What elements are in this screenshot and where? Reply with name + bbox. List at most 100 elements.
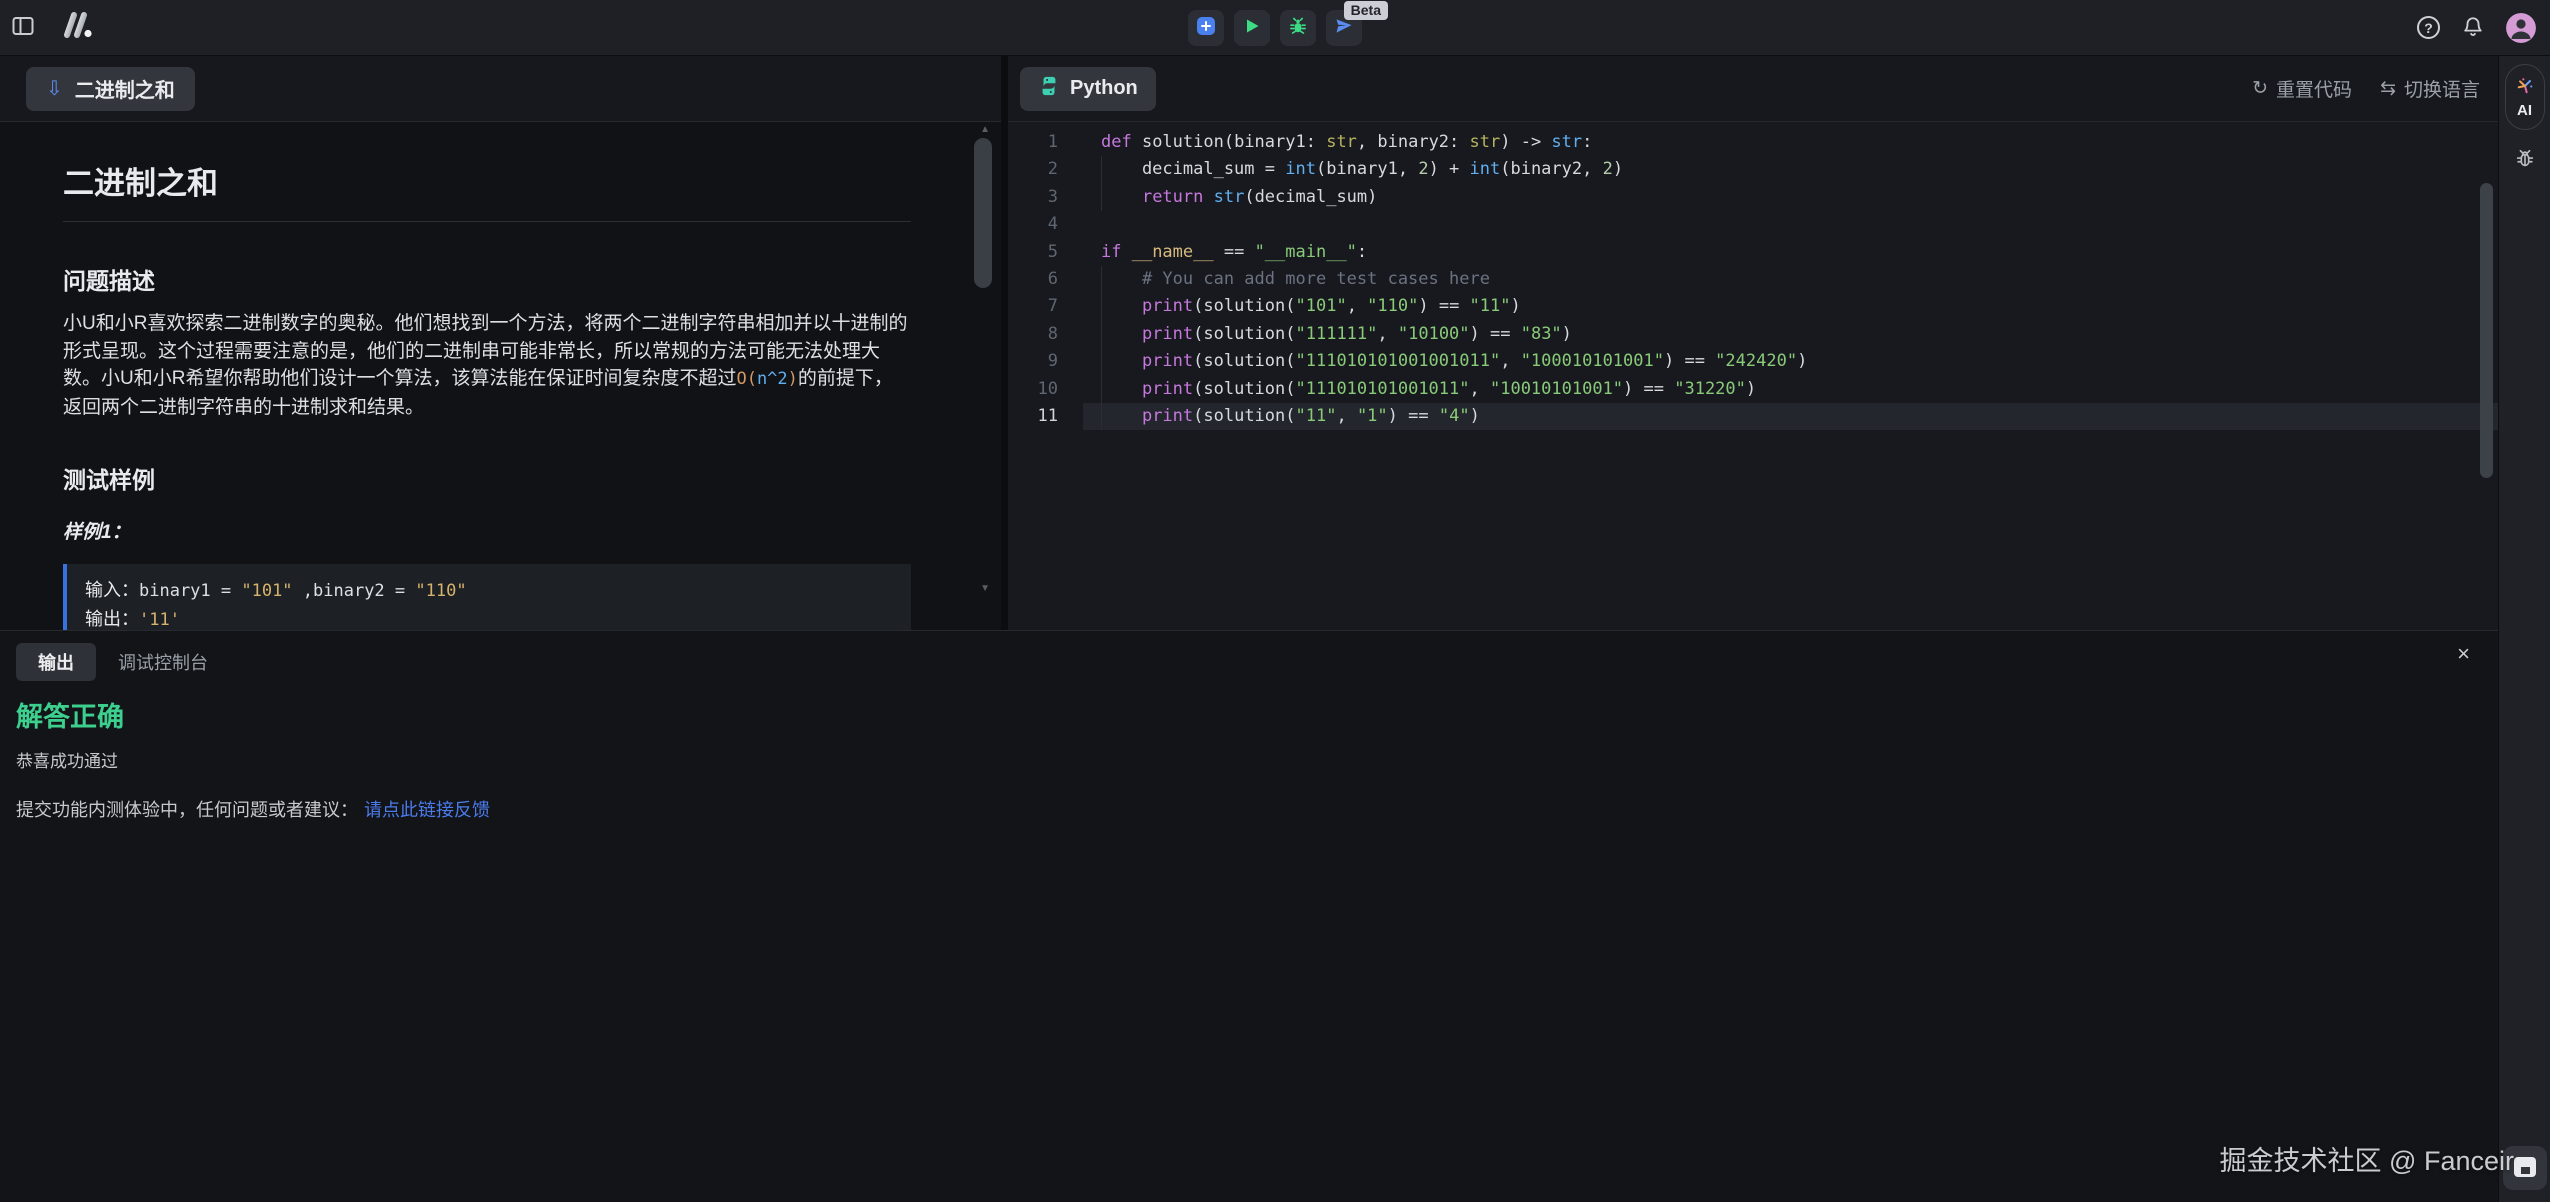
line-number: 9: [1008, 348, 1058, 375]
code-line[interactable]: 10 print(solution("111010101001011", "10…: [1008, 376, 2498, 403]
submit-button[interactable]: Beta: [1326, 10, 1362, 46]
indent-guide: [1101, 184, 1102, 211]
reset-code-button[interactable]: ↻ 重置代码: [2252, 75, 2352, 102]
switch-language-button[interactable]: ⇆ 切换语言: [2380, 75, 2480, 102]
play-icon: [1243, 17, 1261, 38]
feedback-text: 提交功能内测体验中，任何问题或者建议：: [16, 800, 358, 820]
code-line[interactable]: 1def solution(binary1: str, binary2: str…: [1008, 129, 2498, 156]
python-icon: [1038, 75, 1060, 103]
main-area: ⇩ 二进制之和 二进制之和 问题描述 小U和小R喜欢探索二进制数字的奥秘。他们想…: [0, 56, 2550, 1202]
problem-description: 小U和小R喜欢探索二进制数字的奥秘。他们想找到一个方法，将两个二进制字符串相加并…: [63, 310, 911, 421]
sample-str: '11': [139, 610, 180, 630]
notifications-button[interactable]: [2462, 15, 2484, 41]
reset-code-label: 重置代码: [2276, 75, 2352, 102]
sample-code: ,binary2 =: [293, 581, 416, 601]
add-square-icon: [1196, 16, 1216, 39]
editor-header: Python ↻ 重置代码 ⇆ 切换语言: [1008, 56, 2498, 122]
topbar: Beta ?: [0, 0, 2550, 56]
line-number: 2: [1008, 156, 1058, 183]
help-button[interactable]: ?: [2417, 16, 2440, 39]
code-line[interactable]: 9 print(solution("111010101001001011", "…: [1008, 348, 2498, 375]
indent-guide: [1101, 403, 1102, 430]
bug-report-icon: [2514, 158, 2536, 173]
scroll-down-arrow[interactable]: ▼: [980, 583, 990, 594]
code-line[interactable]: 5if __name__ == "__main__":: [1008, 239, 2498, 266]
feedback-link[interactable]: 请点此链接反馈: [364, 800, 490, 820]
editor-panel: Python ↻ 重置代码 ⇆ 切换语言 1def solut: [1008, 56, 2498, 630]
beta-badge: Beta: [1344, 1, 1388, 20]
tab-output[interactable]: 输出: [16, 643, 96, 681]
problem-switch-icon: ⇩: [46, 76, 63, 101]
samples-heading: 测试样例: [63, 461, 911, 495]
marscode-logo-icon: [60, 11, 100, 44]
new-file-button[interactable]: [1188, 10, 1224, 46]
sample-str: "110": [415, 581, 466, 601]
bug-icon: [1288, 16, 1308, 39]
problem-title: 二进制之和: [63, 158, 911, 222]
scroll-up-arrow[interactable]: ▲: [980, 124, 990, 135]
close-panel-button[interactable]: ×: [2457, 643, 2470, 665]
line-number: 6: [1008, 266, 1058, 293]
code-line[interactable]: 4: [1008, 211, 2498, 238]
panel-divider[interactable]: [1001, 56, 1008, 630]
switch-language-label: 切换语言: [2404, 75, 2480, 102]
problem-tab[interactable]: ⇩ 二进制之和: [26, 67, 195, 111]
app-logo[interactable]: [60, 11, 100, 44]
user-avatar-icon: [2506, 30, 2536, 43]
run-button[interactable]: [1234, 10, 1270, 46]
result-title: 解答正确: [16, 695, 2498, 734]
tab-debug-console[interactable]: 调试控制台: [118, 649, 208, 675]
inline-code: O(: [736, 369, 756, 389]
sidebar-toggle-button[interactable]: [12, 16, 34, 39]
code-line[interactable]: 2 decimal_sum = int(binary1, 2) + int(bi…: [1008, 156, 2498, 183]
report-bug-button[interactable]: [2514, 148, 2536, 173]
line-number: 11: [1008, 403, 1058, 430]
problem-tabbar: ⇩ 二进制之和: [0, 56, 1001, 122]
line-number: 8: [1008, 321, 1058, 348]
ai-assistant-button[interactable]: AI: [2505, 64, 2545, 130]
code-editor[interactable]: 1def solution(binary1: str, binary2: str…: [1008, 122, 2498, 630]
ai-sparkle-icon: [2515, 76, 2535, 99]
indent-guide: [1101, 376, 1102, 403]
problem-panel: ⇩ 二进制之和 二进制之和 问题描述 小U和小R喜欢探索二进制数字的奥秘。他们想…: [0, 56, 1001, 630]
line-number: 1: [1008, 129, 1058, 156]
code-line[interactable]: 8 print(solution("111111", "10100") == "…: [1008, 321, 2498, 348]
ai-label: AI: [2517, 102, 2532, 119]
indent-guide: [1101, 293, 1102, 320]
inline-code: n^2: [757, 369, 788, 389]
sample-line: 输入：binary1 = "101" ,binary2 = "110": [85, 576, 893, 605]
help-icon: ?: [2417, 16, 2440, 39]
avatar[interactable]: [2506, 13, 2536, 43]
code-line[interactable]: 6 # You can add more test cases here: [1008, 266, 2498, 293]
widget-corner-button[interactable]: [2503, 1146, 2547, 1190]
debug-button[interactable]: [1280, 10, 1316, 46]
code-line[interactable]: 3 return str(decimal_sum): [1008, 184, 2498, 211]
line-number: 3: [1008, 184, 1058, 211]
language-tab[interactable]: Python: [1020, 67, 1156, 111]
reset-icon: ↻: [2252, 77, 2268, 100]
window-frame-icon: [2512, 1155, 2538, 1182]
sample-label: 样例1：: [63, 517, 911, 544]
right-rail: AI: [2498, 56, 2550, 1202]
indent-guide: [1101, 321, 1102, 348]
output-panel: 输出 调试控制台 × 解答正确 恭喜成功通过 提交功能内测体验中，任何问题或者建…: [0, 630, 2498, 1202]
line-number: 5: [1008, 239, 1058, 266]
language-tab-label: Python: [1070, 77, 1138, 100]
sample-code-block: 输入：binary1 = "101" ,binary2 = "110"输出：'1…: [63, 564, 911, 630]
indent-guide: [1101, 348, 1102, 375]
problem-scrollbar-thumb[interactable]: [974, 138, 992, 288]
problem-tab-label: 二进制之和: [75, 74, 175, 103]
line-number: 7: [1008, 293, 1058, 320]
editor-scrollbar-thumb[interactable]: [2480, 183, 2493, 478]
inline-code: ): [788, 369, 798, 389]
code-line[interactable]: 11 print(solution("11", "1") == "4"): [1008, 403, 2498, 430]
problem-content: 二进制之和 问题描述 小U和小R喜欢探索二进制数字的奥秘。他们想找到一个方法，将…: [0, 122, 1001, 630]
description-heading: 问题描述: [63, 262, 911, 296]
sample-label: 输入：: [85, 580, 139, 600]
indent-guide: [1101, 156, 1102, 183]
sample-str: "101": [241, 581, 292, 601]
swap-icon: ⇆: [2380, 77, 2396, 100]
code-line[interactable]: 7 print(solution("101", "110") == "11"): [1008, 293, 2498, 320]
sample-code: binary1 =: [139, 581, 241, 601]
line-number: 4: [1008, 211, 1058, 238]
